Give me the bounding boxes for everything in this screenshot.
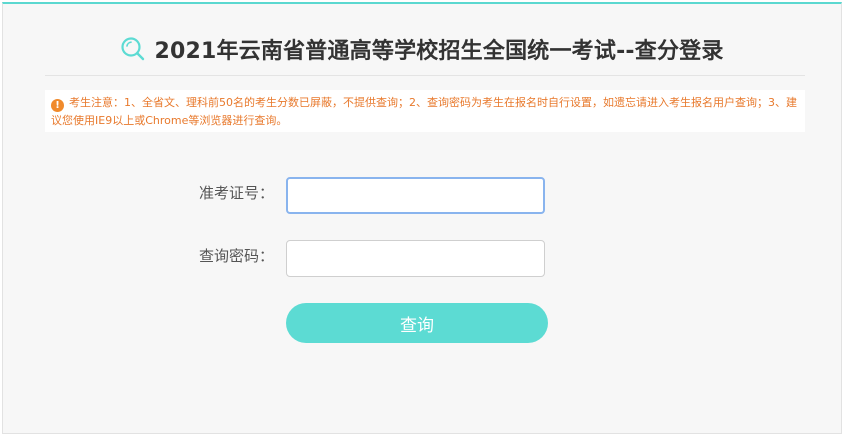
- page-title: 2021年云南省普通高等学校招生全国统一考试--查分登录: [154, 39, 724, 64]
- exclamation-icon: !: [51, 99, 64, 112]
- notice-text: 考生注意：1、全省文、理科前50名的考生分数已屏蔽，不提供查询；2、查询密码为考…: [51, 96, 797, 127]
- password-label: 查询密码：: [199, 247, 275, 265]
- notice-box: ! 考生注意：1、全省文、理科前50名的考生分数已屏蔽，不提供查询；2、查询密码为…: [45, 90, 805, 132]
- divider: [45, 75, 805, 76]
- query-button[interactable]: 查询: [286, 303, 548, 343]
- title-row: 2021年云南省普通高等学校招生全国统一考试--查分登录: [3, 32, 841, 66]
- exam-number-label: 准考证号：: [199, 184, 275, 202]
- exam-number-input[interactable]: [286, 177, 545, 214]
- password-input[interactable]: [286, 240, 545, 277]
- search-icon: [121, 37, 145, 61]
- login-panel: 2021年云南省普通高等学校招生全国统一考试--查分登录 ! 考生注意：1、全省文…: [2, 2, 842, 434]
